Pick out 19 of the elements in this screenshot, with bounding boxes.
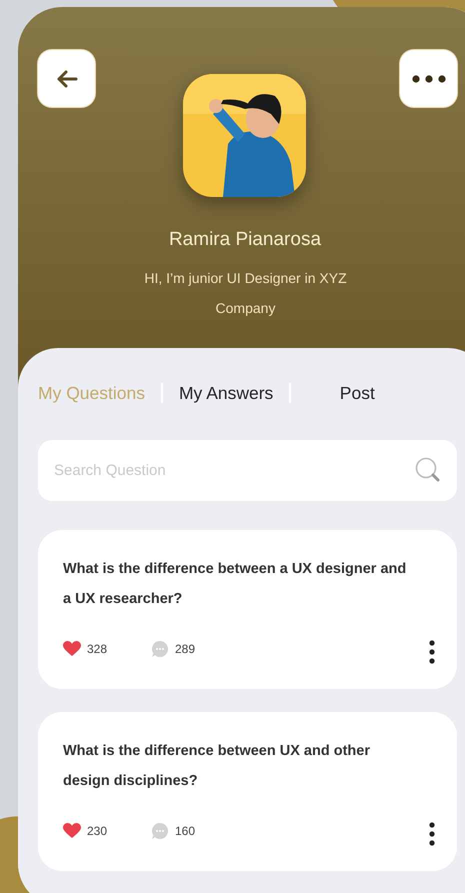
profile-bio: HI, I’m junior UI Designer in XYZ Company — [143, 269, 348, 318]
like-count: 328 — [87, 642, 108, 656]
comment-count: 160 — [175, 824, 196, 838]
tab[interactable]: Post — [307, 382, 408, 404]
comment-count: 289 — [175, 642, 196, 656]
back-button[interactable] — [38, 50, 95, 107]
question-card[interactable]: What is the difference between UX and other design disciplines? 230 160 — [38, 712, 457, 871]
question-card[interactable]: What is the difference between a UX designer and a UX researcher? 328 289 — [38, 530, 457, 689]
question-text: What is the difference between UX and other design disciplines? — [63, 742, 371, 791]
tab[interactable]: My Answers — [178, 382, 274, 404]
more-icon — [412, 74, 446, 82]
more-button[interactable] — [400, 50, 457, 107]
profile-name: Ramira Pianarosa — [168, 229, 322, 251]
back-arrow-icon — [56, 70, 78, 88]
question-text: What is the difference between a UX designer and a UX researcher? — [63, 560, 408, 609]
like-count: 230 — [87, 824, 108, 838]
heart-icon[interactable] — [63, 823, 81, 839]
search-icon — [415, 457, 441, 483]
heart-icon[interactable] — [63, 641, 81, 657]
